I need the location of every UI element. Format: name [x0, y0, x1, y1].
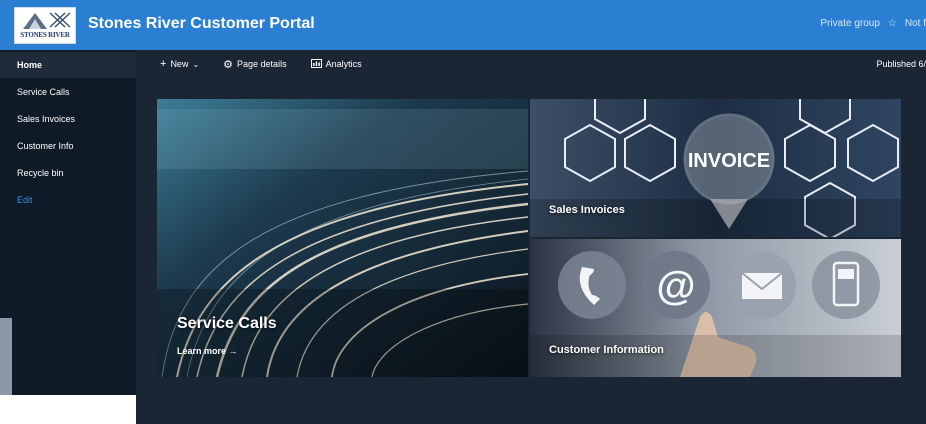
- sidebar-edit-link[interactable]: Edit: [0, 187, 136, 213]
- logo-text: STONES RIVER: [20, 31, 70, 39]
- chevron-down-icon: ⌄: [192, 59, 200, 69]
- published-status: Published 6/: [876, 59, 926, 69]
- new-button[interactable]: + New ⌄: [160, 58, 199, 70]
- contact-icons-image: @: [530, 239, 901, 377]
- learn-more-label: Learn more: [177, 346, 227, 356]
- arrow-right-icon: →: [228, 346, 238, 356]
- gear-icon: ⚙: [223, 58, 234, 71]
- left-nav: Home Service Calls Sales Invoices Custom…: [0, 50, 136, 424]
- new-label: New: [170, 59, 189, 69]
- command-bar: + New ⌄ ⚙ Page details Analytics Publish…: [136, 50, 926, 78]
- page-details-label: Page details: [237, 59, 287, 69]
- site-header: STONES RIVER Stones River Customer Porta…: [0, 0, 926, 50]
- sidebar-item-service-calls[interactable]: Service Calls: [0, 79, 136, 105]
- light-trails-image: [157, 99, 528, 377]
- header-actions: Private group ☆ Not f: [820, 18, 926, 29]
- sidebar-item-sales-invoices[interactable]: Sales Invoices: [0, 106, 136, 132]
- analytics-button[interactable]: Analytics: [310, 58, 362, 70]
- svg-text:@: @: [656, 264, 695, 308]
- background-strip: [0, 318, 12, 398]
- tile-title: Customer Information: [549, 344, 664, 356]
- sidebar-item-recycle-bin[interactable]: Recycle bin: [0, 160, 136, 186]
- hero-tile-service-calls[interactable]: Service Calls Learn more →: [157, 99, 528, 377]
- site-logo[interactable]: STONES RIVER: [14, 7, 76, 44]
- invoice-icons-image: INVOICE: [530, 99, 901, 237]
- learn-more-link[interactable]: Learn more →: [177, 346, 238, 356]
- follow-button[interactable]: Not f: [905, 18, 926, 29]
- site-title[interactable]: Stones River Customer Portal: [88, 15, 315, 33]
- logo-mountain-icon: [23, 12, 71, 29]
- analytics-icon: [310, 58, 322, 70]
- plus-icon: +: [160, 58, 167, 70]
- tile-sales-invoices[interactable]: INVOICE Sales Invoices: [530, 99, 901, 237]
- private-group-label: Private group: [820, 18, 880, 29]
- tile-customer-information[interactable]: @ Customer Information: [530, 239, 901, 377]
- sidebar-item-customer-info[interactable]: Customer Info: [0, 133, 136, 159]
- star-icon[interactable]: ☆: [888, 18, 897, 29]
- tile-title: Sales Invoices: [549, 204, 625, 216]
- sidebar-item-home[interactable]: Home: [0, 52, 136, 78]
- page-details-button[interactable]: ⚙ Page details: [223, 58, 286, 71]
- analytics-label: Analytics: [325, 59, 362, 69]
- invoice-badge-text: INVOICE: [688, 150, 770, 172]
- background-window: [0, 395, 136, 424]
- tile-title: Service Calls: [177, 315, 277, 332]
